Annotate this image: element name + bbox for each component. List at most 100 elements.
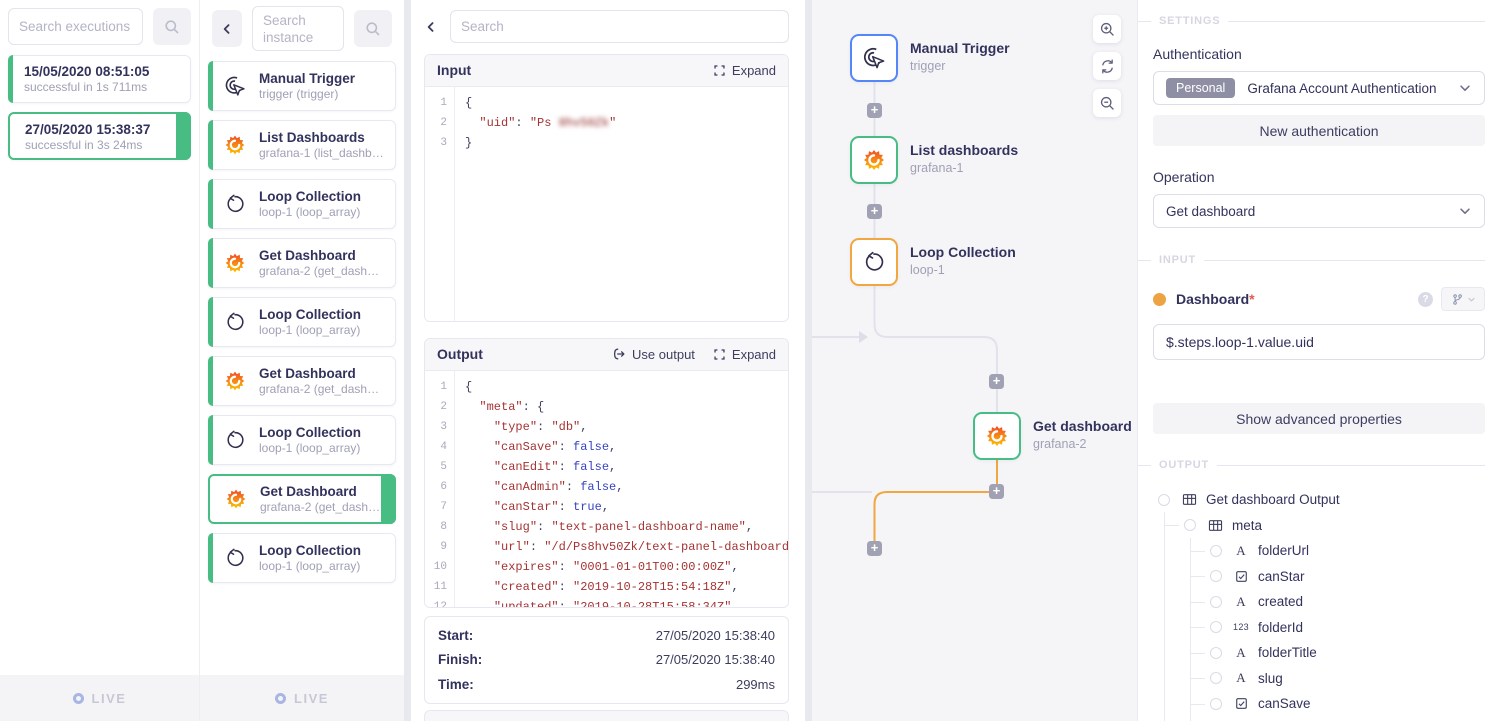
panel-splitter[interactable] [404,0,411,721]
step-card[interactable]: List Dashboardsgrafana-1 (list_dashboard… [208,120,396,170]
step-icon [222,250,248,276]
step-card[interactable]: Loop Collectionloop-1 (loop_array) [208,533,396,583]
execution-card[interactable]: 15/05/2020 08:51:05successful in 1s 711m… [8,55,191,103]
status-bar [208,533,213,583]
workflow-app: Search executions 15/05/2020 08:51:05suc… [0,0,1500,721]
add-step-button[interactable]: + [989,374,1004,389]
output-expand-button[interactable]: Expand [713,347,776,362]
tree-radio[interactable] [1210,698,1222,710]
search-icon-button[interactable] [153,8,191,45]
tree-row-canStar[interactable]: canStar [1153,564,1485,590]
add-step-button[interactable]: + [867,103,882,118]
reset-zoom-button[interactable] [1093,52,1121,80]
execution-card[interactable]: 27/05/2020 15:38:37successful in 3s 24ms [8,112,191,160]
input-section-header: INPUT [1153,254,1485,266]
tree-type-icon [1205,519,1225,532]
show-advanced-properties-button[interactable]: Show advanced properties [1153,403,1485,434]
live-icon [275,693,286,704]
tree-type-icon: 123 [1231,622,1251,632]
tree-row-url[interactable]: Aurl [1153,717,1485,721]
collapse-chevron-left-icon[interactable] [424,20,438,34]
node-title: Manual Trigger [910,40,1050,57]
add-step-button[interactable]: + [867,204,882,219]
step-subtitle: loop-1 (loop_array) [259,323,361,338]
tree-label: created [1258,594,1303,609]
new-authentication-button[interactable]: New authentication [1153,115,1485,146]
refresh-icon [1099,58,1116,75]
tree-row-slug[interactable]: Aslug [1153,666,1485,692]
output-tree: Get dashboard Output metaAfolderUrlcanSta… [1153,487,1485,721]
authentication-select[interactable]: Personal Grafana Account Authentication [1153,71,1485,105]
dashboard-value-input[interactable] [1153,324,1485,360]
steps-live-bar[interactable]: LIVE [200,675,404,721]
zoom-in-button[interactable] [1093,15,1121,43]
tree-row-canSave[interactable]: canSave [1153,691,1485,717]
tree-row-folderTitle[interactable]: AfolderTitle [1153,640,1485,666]
panel-splitter[interactable] [805,0,812,721]
step-card[interactable]: Loop Collectionloop-1 (loop_array) [208,415,396,465]
back-button[interactable] [212,10,242,47]
workflow-node-get-dashboard[interactable] [973,412,1021,460]
tree-row-folderUrl[interactable]: AfolderUrl [1153,538,1485,564]
tree-radio[interactable] [1210,570,1222,582]
input-code-editor[interactable]: 123 { "uid": "Ps 8hv50Zk"} [425,87,788,322]
value-source-selector[interactable] [1441,287,1485,311]
step-card[interactable]: Loop Collectionloop-1 (loop_array) [208,179,396,229]
live-label: LIVE [92,691,127,706]
step-text: Get Dashboardgrafana-2 (get_dashboard) [259,247,385,279]
add-step-button[interactable]: + [867,541,882,556]
step-title: Get Dashboard [259,365,385,382]
add-step-button[interactable]: + [989,484,1004,499]
expand-icon [713,64,726,77]
search-executions-input[interactable]: Search executions [8,8,143,45]
tree-row-folderId[interactable]: 123folderId [1153,615,1485,641]
help-icon[interactable]: ? [1418,292,1433,307]
tree-radio[interactable] [1210,647,1222,659]
workflow-node-loop-collection[interactable] [850,238,898,286]
tree-radio[interactable] [1210,545,1222,557]
step-card[interactable]: Get Dashboardgrafana-2 (get_dashboard) [208,356,396,406]
step-card[interactable]: Get Dashboardgrafana-2 (get_dashboard) [208,474,396,524]
step-card[interactable]: Loop Collectionloop-1 (loop_array) [208,297,396,347]
tree-radio[interactable] [1210,596,1222,608]
workflow-node-list-dashboards[interactable] [850,136,898,184]
step-icon [222,191,248,217]
use-output-button[interactable]: Use output [612,347,695,362]
step-card[interactable]: Manual Triggertrigger (trigger) [208,61,396,111]
tree-radio[interactable] [1210,672,1222,684]
io-search-input[interactable]: Search [450,10,789,43]
grafana-icon [983,422,1011,450]
code-line: "canSave": false, [465,437,788,457]
code-line: } [465,133,788,153]
code-line: "meta": { [465,397,788,417]
tree-row-created[interactable]: Acreated [1153,589,1485,615]
input-expand-button[interactable]: Expand [713,63,776,78]
tree-row-meta[interactable]: meta [1153,513,1485,539]
code-line: "updated": "2019-10-28T15:58:34Z" [465,597,788,608]
line-number: 12 [425,597,454,608]
workflow-edges [812,0,1137,721]
step-card[interactable]: Get Dashboardgrafana-2 (get_dashboard) [208,238,396,288]
step-title: Manual Trigger [259,70,355,87]
output-code-editor[interactable]: 123456789101112 { "meta": { "type": "db"… [425,371,788,608]
search-icon-button[interactable] [354,10,392,47]
node-subtitle: trigger [910,59,1050,74]
tree-radio[interactable] [1158,494,1170,506]
output-panel-title: Output [437,346,594,362]
workflow-canvas[interactable]: Manual TriggertriggerList dashboardsgraf… [812,0,1137,721]
zoom-out-button[interactable] [1093,89,1121,117]
step-title: Loop Collection [259,188,361,205]
live-label: LIVE [294,691,329,706]
node-icon [860,44,888,72]
status-bar [208,61,213,111]
tree-label: Get dashboard Output [1206,492,1340,507]
executions-live-bar[interactable]: LIVE [0,675,199,721]
tree-radio[interactable] [1210,621,1222,633]
operation-select[interactable]: Get dashboard [1153,194,1485,228]
tree-radio[interactable] [1184,519,1196,531]
loop-icon [860,248,888,276]
steps-list: Manual Triggertrigger (trigger) List Dash… [200,59,404,675]
workflow-node-manual-trigger[interactable] [850,34,898,82]
search-instance-input[interactable]: Search instance [252,6,344,51]
tree-row-Get dashboard Output[interactable]: Get dashboard Output [1153,487,1485,513]
